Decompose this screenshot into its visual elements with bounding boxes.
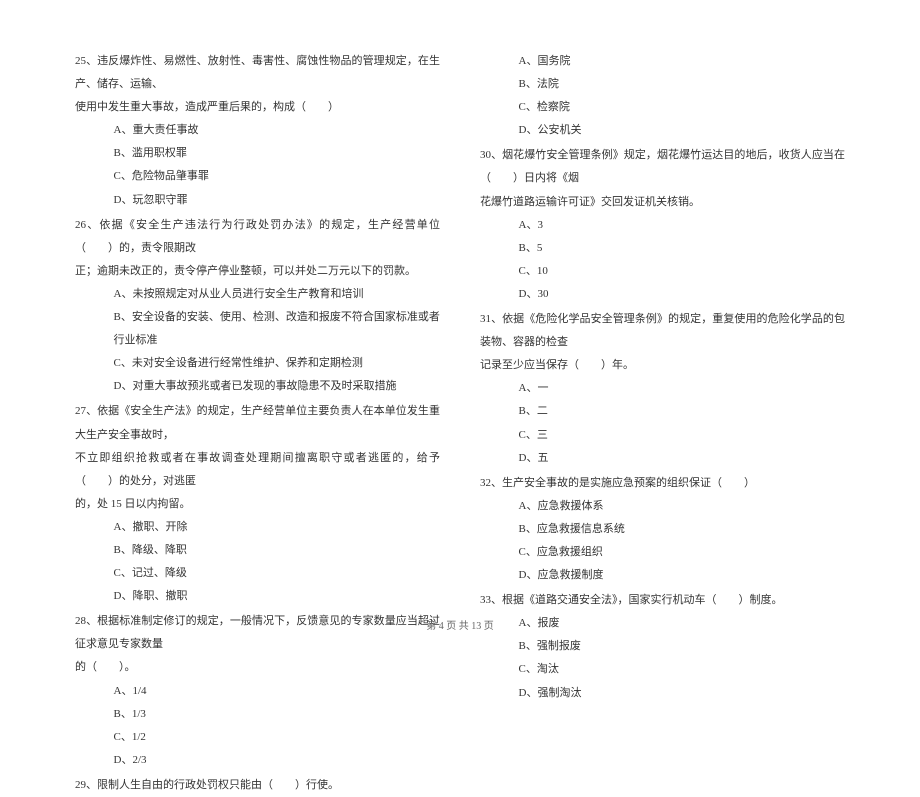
question-30: 30、烟花爆竹安全管理条例》规定，烟花爆竹运达目的地后，收货人应当在（ ）日内将… xyxy=(480,144,845,306)
option-b: B、5 xyxy=(480,237,845,260)
question-text: 33、根据《道路交通安全法》，国家实行机动车（ ）制度。 xyxy=(480,589,845,612)
question-25: 25、违反爆炸性、易燃性、放射性、毒害性、腐蚀性物品的管理规定，在生产、储存、运… xyxy=(75,50,440,212)
question-28: 28、根据标准制定修订的规定，一般情况下，反馈意见的专家数量应当超过征求意见专家… xyxy=(75,610,440,772)
question-text: 正；逾期未改正的，责令停产停业整顿，可以并处二万元以下的罚款。 xyxy=(75,260,440,283)
option-a: A、撤职、开除 xyxy=(75,516,440,539)
option-a: A、未按照规定对从业人员进行安全生产教育和培训 xyxy=(75,283,440,306)
question-text: 的（ ）。 xyxy=(75,656,440,679)
document-content: 25、违反爆炸性、易燃性、放射性、毒害性、腐蚀性物品的管理规定，在生产、储存、运… xyxy=(75,50,845,605)
option-a: A、一 xyxy=(480,377,845,400)
option-c: C、危险物品肇事罪 xyxy=(75,165,440,188)
question-29: 29、限制人生自由的行政处罚权只能由（ ）行使。 xyxy=(75,774,440,797)
option-b: B、二 xyxy=(480,400,845,423)
question-31: 31、依据《危险化学品安全管理条例》的规定，重复使用的危险化学品的包装物、容器的… xyxy=(480,308,845,470)
page-footer: 第 4 页 共 13 页 xyxy=(0,617,920,632)
option-d: D、玩忽职守罪 xyxy=(75,189,440,212)
left-column: 25、违反爆炸性、易燃性、放射性、毒害性、腐蚀性物品的管理规定，在生产、储存、运… xyxy=(75,50,440,605)
option-b: B、降级、降职 xyxy=(75,539,440,562)
question-text: 26、依据《安全生产违法行为行政处罚办法》的规定，生产经营单位（ ）的，责令限期… xyxy=(75,214,440,260)
question-text: 不立即组织抢救或者在事故调查处理期间擅离职守或者逃匿的，给予（ ）的处分，对逃匿 xyxy=(75,447,440,493)
question-33: 33、根据《道路交通安全法》，国家实行机动车（ ）制度。 A、报废 B、强制报废… xyxy=(480,589,845,704)
question-27: 27、依据《安全生产法》的规定，生产经营单位主要负责人在本单位发生重大生产安全事… xyxy=(75,400,440,608)
question-text: 31、依据《危险化学品安全管理条例》的规定，重复使用的危险化学品的包装物、容器的… xyxy=(480,308,845,354)
option-d: D、应急救援制度 xyxy=(480,564,845,587)
question-text: 25、违反爆炸性、易燃性、放射性、毒害性、腐蚀性物品的管理规定，在生产、储存、运… xyxy=(75,50,440,96)
option-d: D、降职、撤职 xyxy=(75,585,440,608)
option-b: B、1/3 xyxy=(75,703,440,726)
option-c: C、检察院 xyxy=(480,96,845,119)
option-a: A、应急救援体系 xyxy=(480,495,845,518)
option-b: B、滥用职权罪 xyxy=(75,142,440,165)
option-d: D、2/3 xyxy=(75,749,440,772)
option-c: C、淘汰 xyxy=(480,658,845,681)
option-d: D、强制淘汰 xyxy=(480,682,845,705)
option-a: A、1/4 xyxy=(75,680,440,703)
option-c: C、三 xyxy=(480,424,845,447)
option-d: D、五 xyxy=(480,447,845,470)
question-text: 27、依据《安全生产法》的规定，生产经营单位主要负责人在本单位发生重大生产安全事… xyxy=(75,400,440,446)
option-d: D、公安机关 xyxy=(480,119,845,142)
option-d: D、30 xyxy=(480,283,845,306)
question-text: 使用中发生重大事故，造成严重后果的，构成（ ） xyxy=(75,96,440,119)
option-a: A、重大责任事故 xyxy=(75,119,440,142)
option-c: C、应急救援组织 xyxy=(480,541,845,564)
option-b: B、应急救援信息系统 xyxy=(480,518,845,541)
option-b: B、强制报废 xyxy=(480,635,845,658)
option-d: D、对重大事故预兆或者已发现的事故隐患不及时采取措施 xyxy=(75,375,440,398)
right-column: A、国务院 B、法院 C、检察院 D、公安机关 30、烟花爆竹安全管理条例》规定… xyxy=(480,50,845,605)
question-text: 花爆竹道路运输许可证》交回发证机关核销。 xyxy=(480,191,845,214)
option-a: A、国务院 xyxy=(480,50,845,73)
option-b: B、法院 xyxy=(480,73,845,96)
option-a: A、3 xyxy=(480,214,845,237)
question-text: 记录至少应当保存（ ）年。 xyxy=(480,354,845,377)
option-b: B、安全设备的安装、使用、检测、改造和报废不符合国家标准或者行业标准 xyxy=(75,306,440,352)
question-text: 的，处 15 日以内拘留。 xyxy=(75,493,440,516)
question-text: 32、生产安全事故的是实施应急预案的组织保证（ ） xyxy=(480,472,845,495)
question-text: 29、限制人生自由的行政处罚权只能由（ ）行使。 xyxy=(75,774,440,797)
option-c: C、10 xyxy=(480,260,845,283)
question-text: 30、烟花爆竹安全管理条例》规定，烟花爆竹运达目的地后，收货人应当在（ ）日内将… xyxy=(480,144,845,190)
option-c: C、未对安全设备进行经常性维护、保养和定期检测 xyxy=(75,352,440,375)
question-32: 32、生产安全事故的是实施应急预案的组织保证（ ） A、应急救援体系 B、应急救… xyxy=(480,472,845,587)
question-26: 26、依据《安全生产违法行为行政处罚办法》的规定，生产经营单位（ ）的，责令限期… xyxy=(75,214,440,399)
option-c: C、1/2 xyxy=(75,726,440,749)
option-c: C、记过、降级 xyxy=(75,562,440,585)
question-29-options: A、国务院 B、法院 C、检察院 D、公安机关 xyxy=(480,50,845,142)
